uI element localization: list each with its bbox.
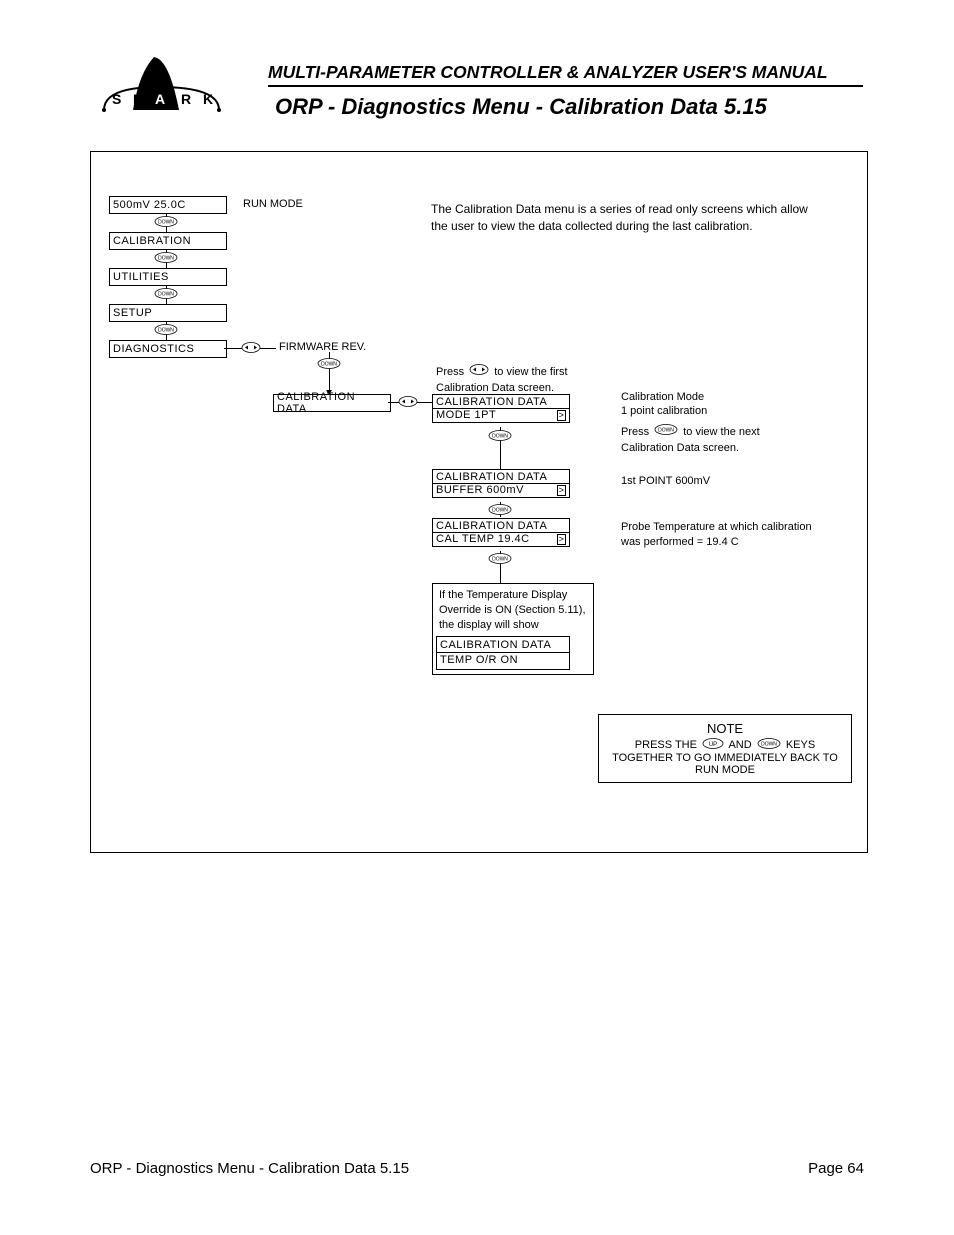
- svg-text:R: R: [181, 91, 191, 107]
- intro-text: The Calibration Data menu is a series of…: [431, 201, 811, 235]
- svg-text:DOWN: DOWN: [492, 557, 508, 563]
- down-button-icon: DOWN: [488, 553, 512, 564]
- menu-diagnostics: DIAGNOSTICS: [109, 340, 227, 358]
- down-button-icon: DOWN: [488, 430, 512, 441]
- override-text: If the Temperature Display Override is O…: [439, 588, 587, 633]
- footer-right: Page 64: [808, 1160, 864, 1177]
- mode-desc-b: 1 point calibration: [621, 404, 707, 419]
- shark-logo: S H A R K: [99, 55, 229, 120]
- main-diagram-box: The Calibration Data menu is a series of…: [90, 151, 868, 853]
- screen-override: CALIBRATION DATA TEMP O/R ON: [436, 636, 570, 671]
- note-box: NOTE PRESS THE UP AND DOWN KEYS TOGETHER…: [598, 714, 852, 783]
- svg-text:DOWN: DOWN: [158, 292, 174, 298]
- left-right-button-icon: [398, 396, 418, 407]
- menu-setup: SETUP: [109, 304, 227, 322]
- note-body: PRESS THE UP AND DOWN KEYS TOGETHER TO G…: [607, 738, 843, 776]
- svg-text:DOWN: DOWN: [492, 508, 508, 514]
- down-button-icon: DOWN: [154, 216, 178, 227]
- down-button-icon: DOWN: [154, 288, 178, 299]
- down-button-icon: DOWN: [654, 424, 678, 440]
- down-button-icon: DOWN: [757, 738, 781, 752]
- screen-caltemp: CALIBRATION DATA CAL TEMP 19.4C>: [432, 518, 570, 547]
- svg-text:DOWN: DOWN: [492, 434, 508, 440]
- override-note-box: If the Temperature Display Override is O…: [432, 583, 594, 675]
- caltemp-desc: Probe Temperature at which calibration w…: [621, 520, 821, 551]
- svg-text:K: K: [203, 91, 213, 107]
- chevron-right-icon: >: [557, 485, 566, 496]
- down-button-icon: DOWN: [488, 504, 512, 515]
- press-lr-text: Press to view the first Calibration Data…: [436, 364, 616, 396]
- chevron-right-icon: >: [557, 410, 566, 421]
- note-title: NOTE: [607, 721, 843, 736]
- page: S H A R K MULTI-PARAMETER CONTROLLER & A…: [0, 0, 954, 1235]
- press-down-text: Press DOWN to view the next Calibration …: [621, 424, 781, 456]
- screen-mode: CALIBRATION DATA MODE 1PT>: [432, 394, 570, 423]
- down-button-icon: DOWN: [317, 358, 341, 369]
- svg-text:DOWN: DOWN: [158, 256, 174, 262]
- svg-text:H: H: [133, 91, 143, 107]
- manual-title: MULTI-PARAMETER CONTROLLER & ANALYZER US…: [268, 62, 828, 83]
- svg-text:UP: UP: [709, 742, 717, 748]
- menu-utilities: UTILITIES: [109, 268, 227, 286]
- buffer-desc: 1st POINT 600mV: [621, 474, 710, 489]
- svg-text:DOWN: DOWN: [761, 742, 777, 748]
- svg-text:A: A: [155, 91, 165, 107]
- left-right-button-icon: [469, 364, 489, 380]
- menu-calibration: CALIBRATION: [109, 232, 227, 250]
- up-button-icon: UP: [702, 738, 724, 752]
- page-title: ORP - Diagnostics Menu - Calibration Dat…: [275, 94, 767, 120]
- screen-buffer: CALIBRATION DATA BUFFER 600mV>: [432, 469, 570, 498]
- label-firmware-rev: FIRMWARE REV.: [279, 341, 366, 353]
- svg-text:S: S: [112, 91, 121, 107]
- header-rule: [268, 85, 863, 87]
- chevron-right-icon: >: [557, 534, 566, 545]
- svg-text:DOWN: DOWN: [658, 428, 674, 434]
- svg-text:DOWN: DOWN: [321, 362, 337, 368]
- screen-run-mode: 500mV 25.0C: [109, 196, 227, 214]
- menu-calibration-data: CALIBRATION DATA: [273, 394, 391, 412]
- down-button-icon: DOWN: [154, 324, 178, 335]
- footer-left: ORP - Diagnostics Menu - Calibration Dat…: [90, 1160, 409, 1177]
- svg-text:DOWN: DOWN: [158, 220, 174, 226]
- label-run-mode: RUN MODE: [243, 198, 303, 210]
- down-button-icon: DOWN: [154, 252, 178, 263]
- left-right-button-icon: [241, 342, 261, 353]
- svg-text:DOWN: DOWN: [158, 328, 174, 334]
